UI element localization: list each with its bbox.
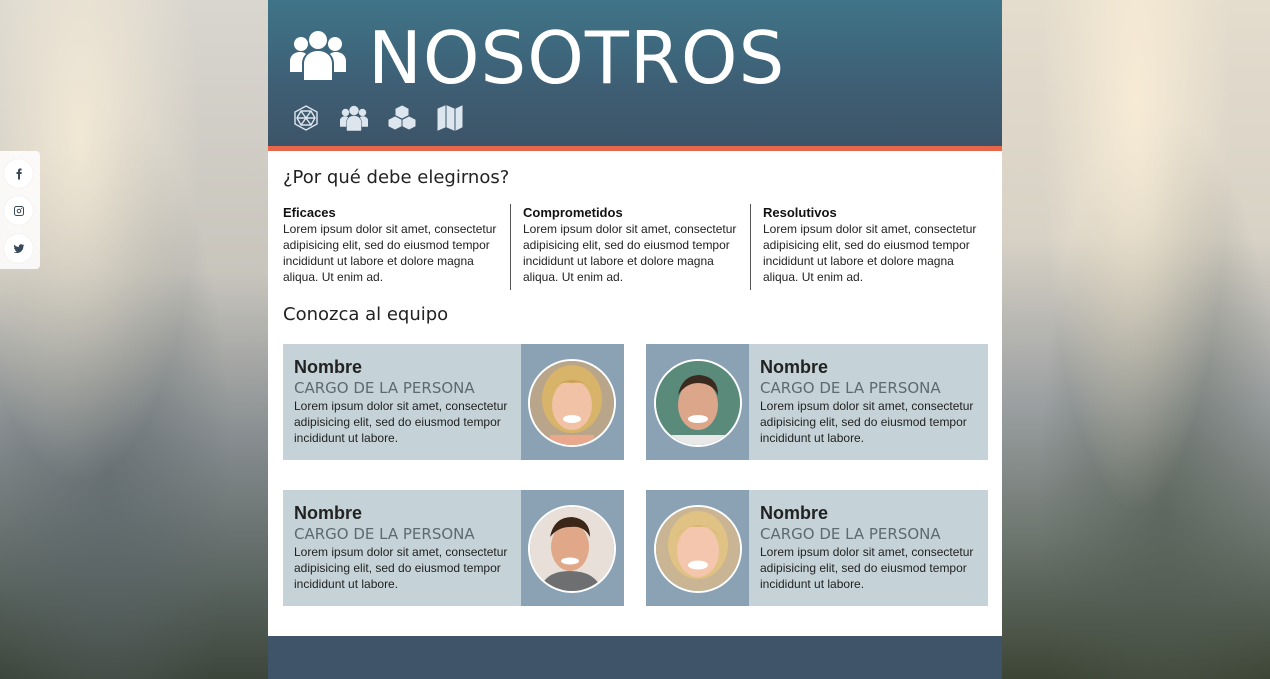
member-description: Lorem ipsum dolor sit amet, consectetur … (760, 545, 974, 591)
background-left (0, 0, 268, 679)
team-card-text: Nombre CARGO DE LA PERSONA Lorem ipsum d… (760, 356, 980, 446)
users-icon (290, 28, 346, 82)
feature-text: Lorem ipsum dolor sit amet, consectetur … (283, 222, 497, 284)
team-card-text: Nombre CARGO DE LA PERSONA Lorem ipsum d… (294, 502, 514, 592)
nav-map[interactable] (436, 104, 464, 132)
users-icon (340, 105, 368, 131)
feature-text: Lorem ipsum dolor sit amet, consectetur … (763, 222, 977, 284)
feature-comprometidos: Comprometidos Lorem ipsum dolor sit amet… (510, 204, 741, 290)
team-card: Nombre CARGO DE LA PERSONA Lorem ipsum d… (646, 490, 988, 606)
nav-users[interactable] (340, 104, 368, 132)
twitter-icon (13, 243, 24, 253)
photo-area (646, 344, 749, 460)
team-card: Nombre CARGO DE LA PERSONA Lorem ipsum d… (283, 490, 624, 606)
feature-resolutivos: Resolutivos Lorem ipsum dolor sit amet, … (750, 204, 981, 290)
feature-title: Eficaces (283, 205, 336, 220)
avatar (528, 359, 616, 447)
photo-area (646, 490, 749, 606)
member-description: Lorem ipsum dolor sit amet, consectetur … (294, 545, 508, 591)
nav-cubes[interactable] (388, 104, 416, 132)
member-role: CARGO DE LA PERSONA (294, 379, 475, 397)
cubes-icon (388, 105, 416, 130)
team-title: Conozca al equipo (283, 304, 449, 325)
member-name: Nombre (294, 503, 363, 523)
member-description: Lorem ipsum dolor sit amet, consectetur … (760, 399, 974, 445)
header-accent-bar (268, 146, 1002, 151)
member-name: Nombre (294, 357, 363, 377)
feature-title: Comprometidos (523, 205, 623, 220)
member-role: CARGO DE LA PERSONA (760, 379, 941, 397)
header-nav (292, 104, 464, 132)
map-icon (437, 105, 463, 131)
photo-area (521, 490, 624, 606)
team-card: Nombre CARGO DE LA PERSONA Lorem ipsum d… (646, 344, 988, 460)
page-header: NOSOTROS (268, 0, 1002, 151)
team-card: Nombre CARGO DE LA PERSONA Lorem ipsum d… (283, 344, 624, 460)
feature-text: Lorem ipsum dolor sit amet, consectetur … (523, 222, 737, 284)
avatar (654, 505, 742, 593)
member-role: CARGO DE LA PERSONA (294, 525, 475, 543)
feature-title: Resolutivos (763, 205, 837, 220)
member-description: Lorem ipsum dolor sit amet, consectetur … (294, 399, 508, 445)
instagram-icon (13, 205, 24, 216)
nav-geodesic[interactable] (292, 104, 320, 132)
facebook-icon (16, 168, 22, 179)
page-title: NOSOTROS (368, 16, 786, 100)
member-role: CARGO DE LA PERSONA (760, 525, 941, 543)
geodesic-icon (294, 105, 318, 131)
member-name: Nombre (760, 503, 829, 523)
social-sidebar (0, 151, 40, 269)
instagram-link[interactable] (4, 196, 33, 225)
member-name: Nombre (760, 357, 829, 377)
avatar (528, 505, 616, 593)
photo-area (521, 344, 624, 460)
page-footer (268, 636, 1002, 679)
facebook-link[interactable] (4, 159, 33, 188)
features: Eficaces Lorem ipsum dolor sit amet, con… (283, 204, 988, 292)
twitter-link[interactable] (4, 234, 33, 263)
avatar (654, 359, 742, 447)
feature-eficaces: Eficaces Lorem ipsum dolor sit amet, con… (283, 204, 501, 290)
team-card-text: Nombre CARGO DE LA PERSONA Lorem ipsum d… (294, 356, 514, 446)
page-container: NOSOTROS ¿Por qué debe elegirnos? Eficac… (268, 0, 1002, 679)
team-card-text: Nombre CARGO DE LA PERSONA Lorem ipsum d… (760, 502, 980, 592)
why-title: ¿Por qué debe elegirnos? (283, 167, 510, 188)
background-right (1002, 0, 1270, 679)
